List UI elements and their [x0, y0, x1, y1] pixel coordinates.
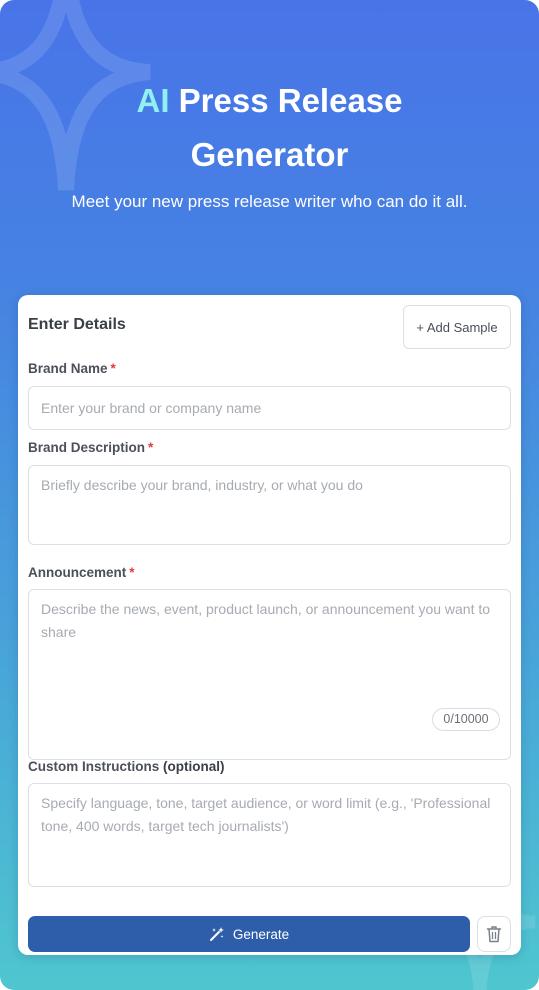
clear-button[interactable]	[477, 916, 511, 952]
brand-name-label: Brand Name *	[28, 361, 116, 376]
add-sample-button[interactable]: + Add Sample	[403, 305, 511, 349]
generate-button[interactable]: Generate	[28, 916, 470, 952]
required-marker: *	[148, 440, 154, 455]
trash-icon	[486, 926, 502, 943]
generate-button-label: Generate	[232, 926, 290, 942]
custom-instructions-label: Custom Instructions (optional)	[28, 759, 225, 774]
app-frame: AI Press Release Generator Meet your new…	[0, 0, 539, 990]
required-marker: *	[110, 361, 116, 376]
brand-description-textarea[interactable]	[28, 465, 511, 545]
announcement-label: Announcement *	[28, 565, 135, 580]
brand-name-label-text: Brand Name	[28, 361, 108, 376]
details-form-card: Enter Details + Add Sample Brand Name* B…	[18, 295, 521, 955]
form-title: Enter Details	[28, 316, 126, 333]
custom-instructions-textarea[interactable]	[28, 783, 511, 887]
title-accent: AI	[136, 82, 170, 119]
required-marker: *	[129, 565, 135, 580]
brand-name-input[interactable]	[28, 386, 511, 430]
custom-instructions-label-text: Custom Instructions	[28, 759, 160, 774]
brand-description-label-text: Brand Description	[28, 440, 146, 455]
title-text: Press Release	[178, 82, 403, 119]
optional-tag: (optional)	[163, 759, 225, 774]
title-line-2: Generator	[190, 136, 349, 173]
character-counter: 0/10000	[432, 708, 500, 731]
page-subtitle: Meet your new press release writer who c…	[71, 192, 468, 211]
announcement-label-text: Announcement	[28, 565, 127, 580]
announcement-textarea[interactable]	[28, 589, 511, 760]
brand-description-label: Brand Description *	[28, 440, 153, 455]
page-title: AI Press Release Generator	[0, 74, 539, 182]
magic-wand-icon	[209, 927, 224, 941]
